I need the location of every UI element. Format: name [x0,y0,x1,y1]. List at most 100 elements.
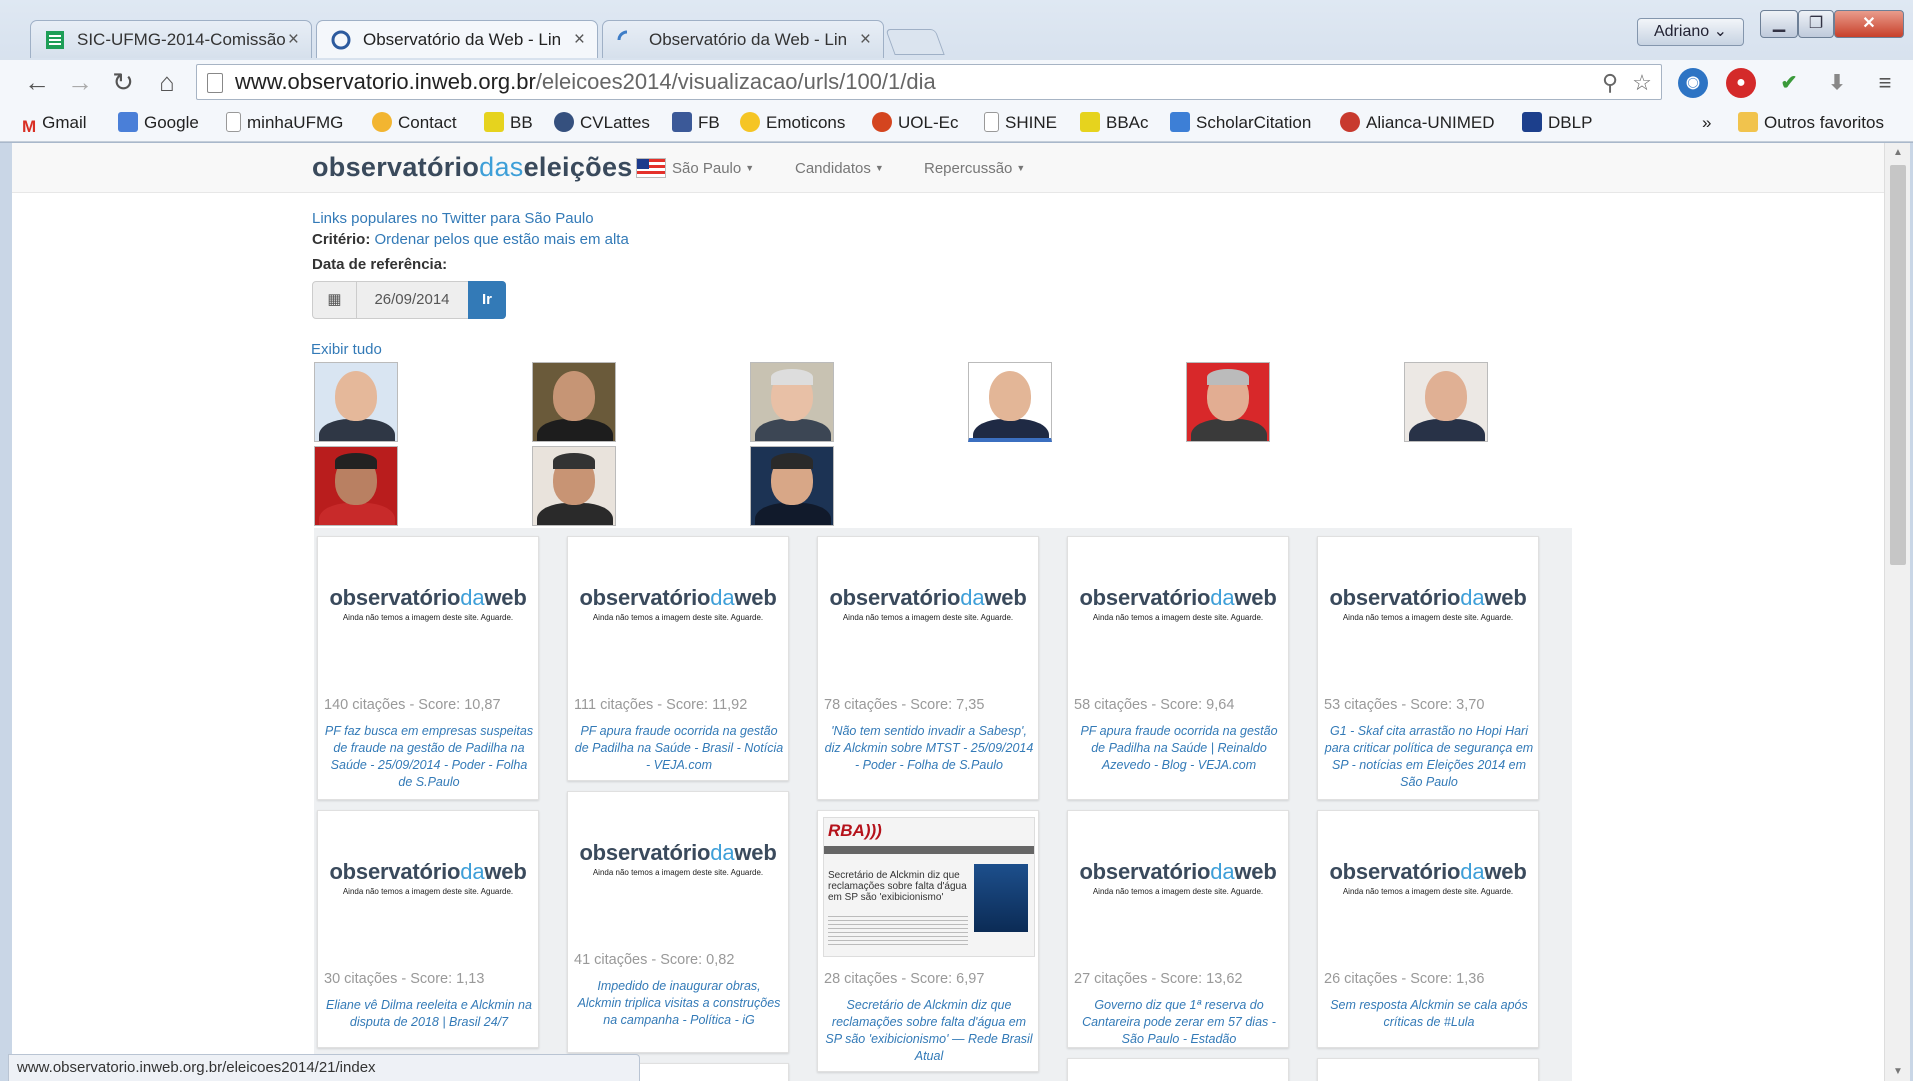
nav-repercussion-dropdown[interactable]: Repercussão ▼ [924,143,1025,193]
link-card[interactable]: observatóriodaweb Ainda não temos a image… [317,810,539,1048]
bookmark-shine[interactable]: SHINE [984,104,1057,142]
card-citations: 58 citações - Score: 9,64 [1074,697,1235,713]
nav-state-dropdown[interactable]: São Paulo ▼ [636,143,754,193]
tab-observatorio-active[interactable]: Observatório da Web - Lin × [316,20,598,58]
candidate-photo[interactable] [1186,362,1270,442]
card-title-link[interactable]: 'Não tem sentido invadir a Sabesp', diz … [824,723,1034,774]
go-button[interactable]: Ir [468,281,506,319]
link-card[interactable] [1317,1058,1539,1081]
thumbnail-placeholder: observatóriodaweb Ainda não temos a image… [568,537,788,687]
photo-figure [1425,371,1467,421]
extension-adblock-icon[interactable]: ● [1726,68,1756,98]
calendar-icon[interactable]: ▦ [313,282,357,318]
card-title-link[interactable]: PF apura fraude ocorrida na gestão de Pa… [574,723,784,774]
card-title-link[interactable]: Eliane vê Dilma reeleita e Alckmin na di… [324,997,534,1031]
card-citations: 111 citações - Score: 11,92 [574,697,748,713]
link-card[interactable]: RBA))) Secretário de Alckmin diz que rec… [817,810,1039,1072]
new-tab-button[interactable] [885,29,945,55]
link-card[interactable]: observatóriodaweb Ainda não temos a image… [317,536,539,800]
close-window-button[interactable]: ✕ [1834,10,1904,38]
criteria-link[interactable]: Ordenar pelos que estão mais em alta [375,231,629,248]
card-title-link[interactable]: Governo diz que 1ª reserva do Cantareira… [1074,997,1284,1048]
link-card[interactable]: observatóriodaweb Ainda não temos a image… [1317,536,1539,800]
home-icon[interactable]: ⌂ [150,66,184,98]
link-card[interactable]: observatóriodaweb Ainda não temos a image… [1067,536,1289,800]
candidate-photo[interactable] [532,446,616,526]
intro-state-link[interactable]: São Paulo [524,210,593,227]
link-card[interactable] [1067,1058,1289,1081]
bookmark-dblp[interactable]: DBLP [1522,104,1592,142]
bookmark-contact[interactable]: Contact [372,104,457,142]
reload-icon[interactable]: ↻ [106,66,140,98]
bookmark-emoticons[interactable]: Emoticons [740,104,845,142]
link-card[interactable]: observatóriodaweb Ainda não temos a image… [567,536,789,781]
card-title-link[interactable]: Impedido de inaugurar obras, Alckmin tri… [574,978,784,1029]
nav-candidates-dropdown[interactable]: Candidatos ▼ [795,143,884,193]
scroll-down-icon[interactable]: ▼ [1885,1066,1911,1077]
extension-eye-icon[interactable]: ◉ [1678,68,1708,98]
card-title-link[interactable]: G1 - Skaf cita arrastão no Hopi Hari par… [1324,723,1534,791]
placeholder-logo: observatóriodaweb [1079,859,1277,884]
maximize-button[interactable]: ❐ [1798,10,1834,38]
bookmark-alianca-unimed[interactable]: Alianca-UNIMED [1340,104,1494,142]
candidate-photo[interactable] [314,446,398,526]
criteria-line: Critério: Ordenar pelos que estão mais e… [312,229,629,250]
photo-figure [771,369,813,385]
bookmark-outros-favoritos[interactable]: Outros favoritos [1738,104,1884,142]
bookmark-minhaufmg[interactable]: minhaUFMG [226,104,343,142]
candidate-photo[interactable] [750,446,834,526]
bookmark-label: Outros favoritos [1764,113,1884,132]
placeholder-subtitle: Ainda não temos a imagem deste site. Agu… [1342,887,1514,896]
scrollbar-thumb[interactable] [1890,165,1906,565]
site-logo[interactable]: observatóriodaseleições [312,152,633,183]
candidate-photo[interactable] [314,362,398,442]
tab-sic-ufmg[interactable]: SIC-UFMG-2014-Comissão × [30,20,312,58]
photo-figure [553,453,595,469]
bookmark-bb[interactable]: BB [484,104,533,142]
link-card[interactable]: observatóriodaweb Ainda não temos a image… [1067,810,1289,1048]
link-card[interactable]: observatóriodaweb Ainda não temos a image… [817,536,1039,800]
profile-button[interactable]: Adriano ⌄ [1637,18,1744,46]
close-icon[interactable]: × [860,21,871,58]
candidate-photo[interactable] [1404,362,1488,442]
back-icon[interactable]: ← [20,66,54,98]
bookmark-cvlattes[interactable]: CVLattes [554,104,650,142]
address-url: www.observatorio.inweb.org.br/eleicoes20… [235,65,936,99]
card-title-link[interactable]: Secretário de Alckmin diz que reclamaçõe… [824,997,1034,1065]
bookmarks-overflow-button[interactable]: » [1702,104,1711,142]
extension-spellcheck-icon[interactable]: ✔ [1774,68,1804,98]
bookmark-fb[interactable]: FB [672,104,720,142]
forward-icon[interactable]: → [63,66,97,98]
bookmark-scholarcitation[interactable]: ScholarCitation [1170,104,1311,142]
candidate-photo[interactable] [968,362,1052,442]
candidate-photo[interactable] [532,362,616,442]
card-title-link[interactable]: PF faz busca em empresas suspeitas de fr… [324,723,534,791]
tab-observatorio-loading[interactable]: Observatório da Web - Lin × [602,20,884,58]
search-icon[interactable]: ⚲ [1597,71,1623,95]
date-input[interactable]: 26/09/2014 [357,282,467,318]
close-icon[interactable]: × [574,21,585,58]
bookmark-uol-ec[interactable]: UOL-Ec [872,104,958,142]
card-title-link[interactable]: PF apura fraude ocorrida na gestão de Pa… [1074,723,1284,774]
bookmark-gmail[interactable]: M Gmail [22,104,87,142]
link-card[interactable]: observatóriodaweb Ainda não temos a image… [567,791,789,1053]
bookmark-google[interactable]: Google [118,104,199,142]
scroll-up-icon[interactable]: ▲ [1885,147,1911,158]
bookmark-bbac[interactable]: BBAc [1080,104,1149,142]
page-icon [207,73,223,93]
close-icon[interactable]: × [288,21,299,58]
menu-icon[interactable]: ≡ [1870,68,1900,98]
vertical-scrollbar[interactable]: ▲ ▼ [1884,143,1910,1081]
bookmark-star-icon[interactable]: ☆ [1629,71,1655,95]
link-card[interactable]: observatóriodaweb Ainda não temos a image… [1317,810,1539,1048]
browser-chrome: SIC-UFMG-2014-Comissão × Observatório da… [0,0,1913,143]
card-title-link[interactable]: Sem resposta Alckmin se cala após crític… [1324,997,1534,1031]
candidate-photo[interactable] [750,362,834,442]
bookmark-label: BB [510,113,533,132]
photo-figure [989,371,1031,421]
folder-icon [1738,112,1758,132]
show-all-link[interactable]: Exibir tudo [311,341,382,358]
extension-download-icon[interactable]: ⬇ [1822,68,1852,98]
address-bar[interactable]: www.observatorio.inweb.org.br/eleicoes20… [196,64,1662,100]
minimize-button[interactable]: ▁ [1760,10,1798,38]
